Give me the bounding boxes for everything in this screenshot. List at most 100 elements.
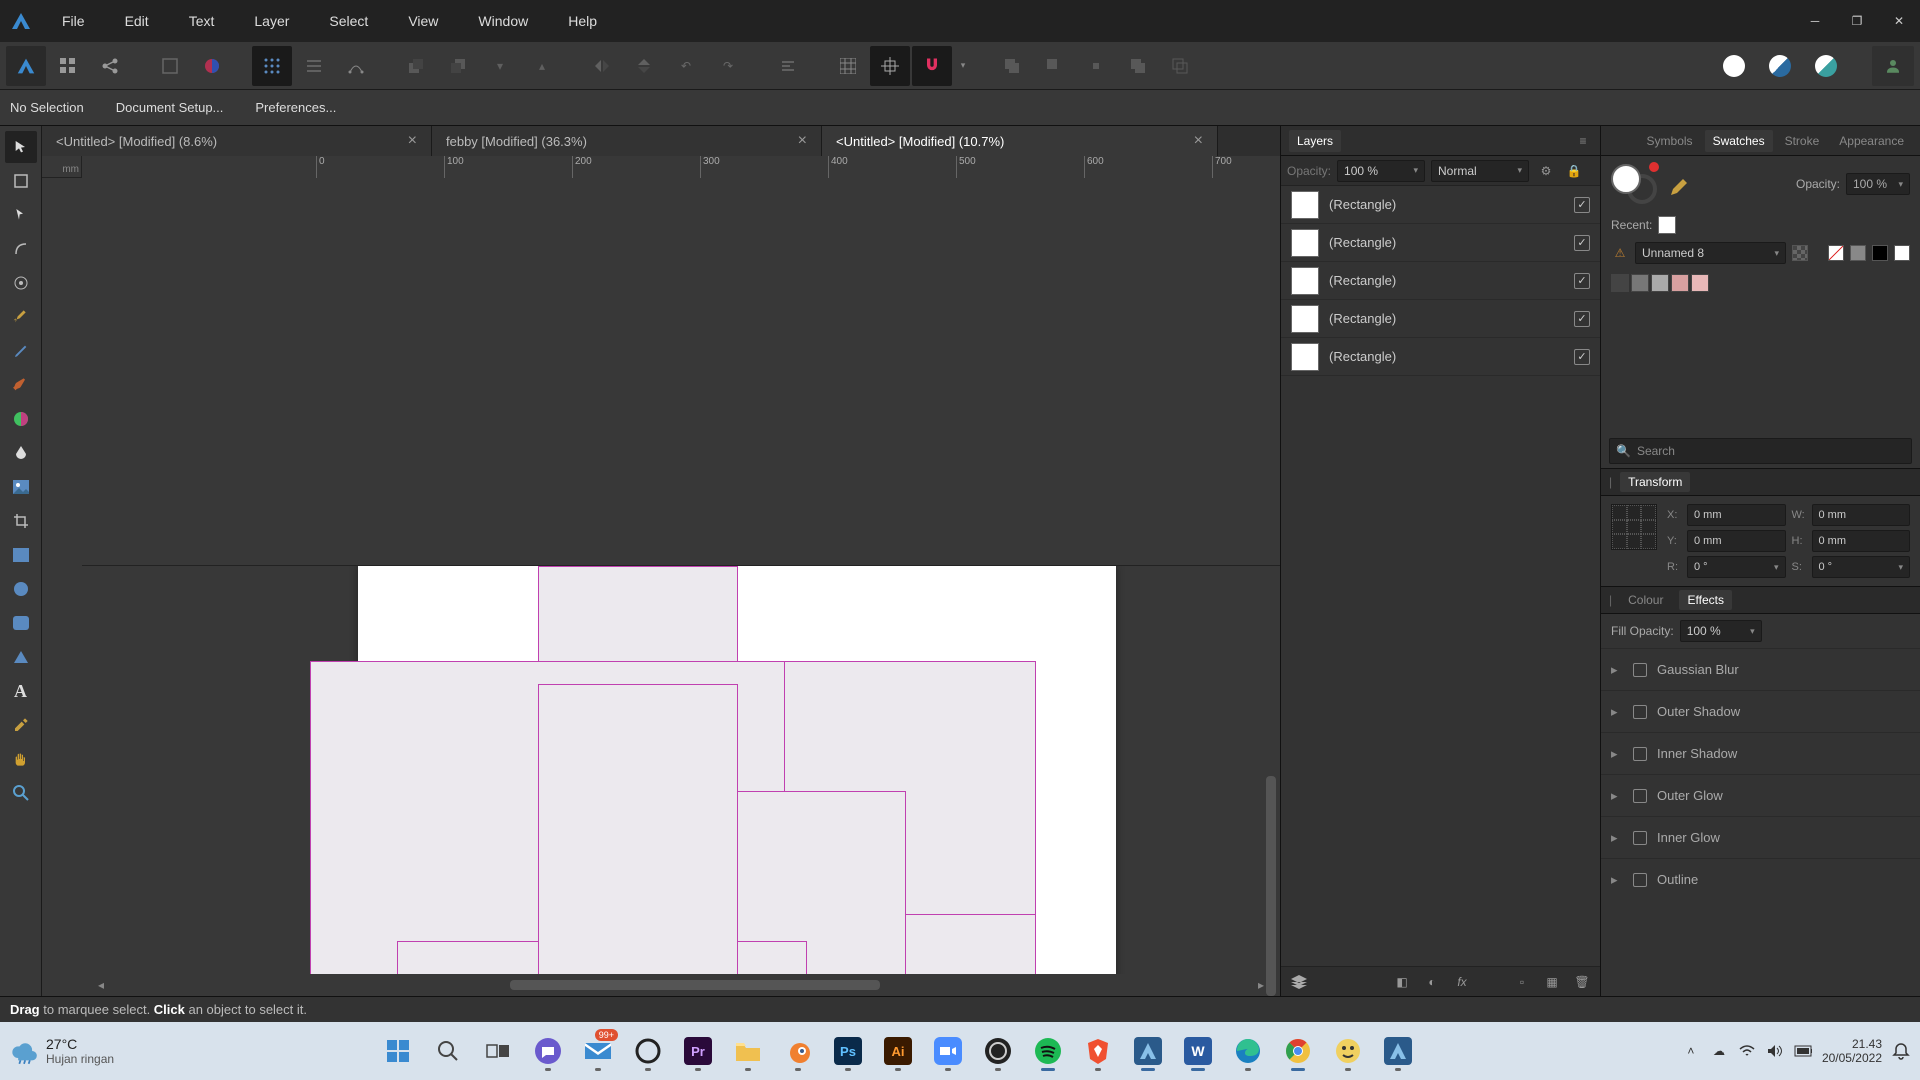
- snap-baseline-icon[interactable]: [294, 46, 334, 86]
- layer-visibility-checkbox[interactable]: ✓: [1574, 273, 1590, 289]
- maximize-button[interactable]: ❐: [1836, 4, 1878, 38]
- layer-visibility-checkbox[interactable]: ✓: [1574, 311, 1590, 327]
- swatch-search[interactable]: 🔍 Search: [1609, 438, 1912, 464]
- fill-stroke-selector[interactable]: [1611, 164, 1657, 204]
- tray-chevron-icon[interactable]: ˄: [1682, 1042, 1700, 1060]
- fill-opacity-field[interactable]: 100 %▾: [1680, 620, 1762, 642]
- panel-tab-stroke[interactable]: Stroke: [1777, 130, 1828, 152]
- flip-h-icon[interactable]: [582, 46, 622, 86]
- effect-checkbox[interactable]: [1633, 747, 1647, 761]
- layer-settings-icon[interactable]: ⚙: [1535, 160, 1557, 182]
- transform-w[interactable]: 0 mm: [1812, 504, 1911, 526]
- colour-tab[interactable]: Colour: [1620, 590, 1671, 610]
- minimize-button[interactable]: ─: [1794, 4, 1836, 38]
- app-icon-1[interactable]: [1326, 1029, 1370, 1073]
- effect-checkbox[interactable]: [1633, 705, 1647, 719]
- white-swatch[interactable]: [1894, 245, 1910, 261]
- anchor-selector[interactable]: [1611, 504, 1657, 550]
- vertical-scrollbar[interactable]: [1262, 566, 1280, 975]
- spotify-icon[interactable]: [1026, 1029, 1070, 1073]
- blender-icon[interactable]: [776, 1029, 820, 1073]
- add-layer-icon[interactable]: ▫: [1512, 972, 1532, 992]
- menu-window[interactable]: Window: [458, 0, 548, 42]
- layers-tab[interactable]: Layers: [1289, 130, 1341, 152]
- rotate-cw-icon[interactable]: ↷: [708, 46, 748, 86]
- pencil-tool[interactable]: [5, 335, 37, 367]
- chat-app-icon[interactable]: [526, 1029, 570, 1073]
- fill-color-icon[interactable]: [1714, 46, 1754, 86]
- corner-tool[interactable]: [5, 233, 37, 265]
- panel-tab-symbols[interactable]: Symbols: [1639, 130, 1701, 152]
- snap-to-grid-icon[interactable]: [828, 46, 868, 86]
- layer-item[interactable]: (Rectangle)✓: [1281, 300, 1600, 338]
- preferences-button[interactable]: Preferences...: [239, 90, 352, 125]
- view-mode-icon[interactable]: [150, 46, 190, 86]
- rotate-ccw-icon[interactable]: ↶: [666, 46, 706, 86]
- document-tab[interactable]: <Untitled> [Modified] (8.6%)×: [42, 126, 432, 156]
- delete-layer-icon[interactable]: 🗑: [1572, 972, 1592, 992]
- palette-select[interactable]: Unnamed 8▾: [1635, 242, 1786, 264]
- taskview-button[interactable]: [476, 1029, 520, 1073]
- transform-y[interactable]: 0 mm: [1687, 530, 1786, 552]
- effect-item[interactable]: ▸Gaussian Blur: [1601, 648, 1920, 690]
- fx-icon[interactable]: fx: [1452, 972, 1472, 992]
- hand-tool[interactable]: [5, 743, 37, 775]
- panel-tab-appearance[interactable]: Appearance: [1831, 130, 1912, 152]
- effect-checkbox[interactable]: [1633, 831, 1647, 845]
- text-tool[interactable]: A: [5, 675, 37, 707]
- grid-view-icon[interactable]: [1792, 245, 1808, 261]
- brush-tool[interactable]: [5, 369, 37, 401]
- effect-checkbox[interactable]: [1633, 663, 1647, 677]
- move-tool[interactable]: [5, 131, 37, 163]
- start-button[interactable]: [376, 1029, 420, 1073]
- wifi-icon[interactable]: [1738, 1042, 1756, 1060]
- place-image-tool[interactable]: [5, 471, 37, 503]
- layer-stack-icon[interactable]: [1289, 972, 1309, 992]
- swatch-color[interactable]: [1611, 274, 1629, 292]
- loop-app-icon[interactable]: [626, 1029, 670, 1073]
- align-icon[interactable]: [768, 46, 808, 86]
- swatch-color[interactable]: [1691, 274, 1709, 292]
- close-tab-icon[interactable]: ×: [408, 133, 417, 149]
- swatch-color[interactable]: [1671, 274, 1689, 292]
- expand-icon[interactable]: ▸: [1611, 872, 1623, 888]
- menu-layer[interactable]: Layer: [234, 0, 309, 42]
- photoshop-icon[interactable]: Ps: [826, 1029, 870, 1073]
- effect-item[interactable]: ▸Inner Glow: [1601, 816, 1920, 858]
- rectangle-tool[interactable]: [5, 539, 37, 571]
- mask-icon[interactable]: ◧: [1392, 972, 1412, 992]
- crop-tool[interactable]: [5, 505, 37, 537]
- none-swatch[interactable]: [1828, 245, 1844, 261]
- recent-swatch[interactable]: [1658, 216, 1676, 234]
- document-setup-button[interactable]: Document Setup...: [100, 90, 240, 125]
- horizontal-scrollbar[interactable]: ◂ ▸: [82, 974, 1280, 996]
- effects-tab[interactable]: Effects: [1679, 590, 1731, 610]
- affinity-icon[interactable]: [1126, 1029, 1170, 1073]
- gray-swatch[interactable]: [1850, 245, 1866, 261]
- rounded-rect-tool[interactable]: [5, 607, 37, 639]
- mail-app-icon[interactable]: 99+: [576, 1029, 620, 1073]
- effect-item[interactable]: ▸Inner Shadow: [1601, 732, 1920, 774]
- transform-x[interactable]: 0 mm: [1687, 504, 1786, 526]
- document-tab[interactable]: febby [Modified] (36.3%)×: [432, 126, 822, 156]
- layer-visibility-checkbox[interactable]: ✓: [1574, 349, 1590, 365]
- affinity-icon-2[interactable]: [1376, 1029, 1420, 1073]
- close-button[interactable]: ✕: [1878, 4, 1920, 38]
- layer-visibility-checkbox[interactable]: ✓: [1574, 235, 1590, 251]
- share-icon[interactable]: [90, 46, 130, 86]
- grid-icon[interactable]: [252, 46, 292, 86]
- snap-dropdown-icon[interactable]: ▾: [954, 46, 972, 86]
- node-tool[interactable]: [5, 199, 37, 231]
- app-persona-icon[interactable]: [6, 46, 46, 86]
- layer-lock-icon[interactable]: 🔒: [1563, 160, 1585, 182]
- layer-item[interactable]: (Rectangle)✓: [1281, 224, 1600, 262]
- bool-xor-icon[interactable]: [1118, 46, 1158, 86]
- target-tool[interactable]: [5, 267, 37, 299]
- bool-add-icon[interactable]: [992, 46, 1032, 86]
- expand-icon[interactable]: ▸: [1611, 830, 1623, 846]
- menu-file[interactable]: File: [42, 0, 105, 42]
- eyedropper-icon[interactable]: [1669, 171, 1687, 197]
- order-front-icon[interactable]: [438, 46, 478, 86]
- eyedropper-tool[interactable]: [5, 709, 37, 741]
- effect-checkbox[interactable]: [1633, 873, 1647, 887]
